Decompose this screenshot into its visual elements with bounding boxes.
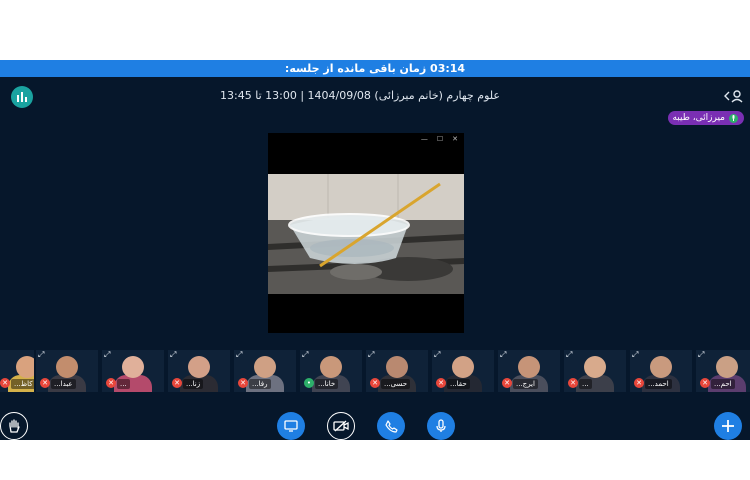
phone-button[interactable]: [377, 412, 405, 440]
presenter-badge: میرزائی، طیبه: [668, 111, 744, 125]
participant-name: حسی...: [381, 379, 411, 389]
more-actions-button[interactable]: [714, 412, 742, 440]
conference-window: زمان باقی مانده از جلسه: 03:14 علوم چهار…: [0, 60, 750, 440]
expand-icon[interactable]: ⤢: [170, 351, 176, 359]
participant-name: احم...: [711, 379, 735, 389]
expand-icon[interactable]: ⤢: [566, 351, 572, 359]
participant-face: [650, 356, 672, 378]
mic-muted-icon: ✕: [106, 378, 116, 388]
expand-icon[interactable]: ⤢: [632, 351, 638, 359]
plus-icon: [722, 420, 734, 432]
maximize-icon: ☐: [436, 135, 444, 143]
participant-name: کاظ...: [11, 379, 36, 389]
raise-hand-button[interactable]: [0, 412, 28, 440]
timer-label: زمان باقی مانده از جلسه:: [284, 62, 427, 75]
mic-muted-icon: ✕: [568, 378, 578, 388]
mic-muted-icon: ✕: [370, 378, 380, 388]
camera-off-icon: [333, 420, 349, 432]
participant-tile[interactable]: ⤢ ✕ ایرج...: [496, 350, 560, 392]
mic-muted-icon: ✕: [0, 378, 10, 388]
participant-name: خانا...: [315, 379, 339, 389]
participant-face: [254, 356, 276, 378]
expand-icon[interactable]: ⤢: [698, 351, 704, 359]
participant-face: [584, 356, 606, 378]
participant-face: [716, 356, 738, 378]
participant-face: [518, 356, 540, 378]
participant-tile[interactable]: ⤢ ✕ احمد...: [628, 350, 692, 392]
microphone-icon: [436, 419, 446, 432]
mic-active-icon: •: [304, 378, 314, 388]
participant-tile[interactable]: ⤢ ✕ ...: [562, 350, 626, 392]
timer-value: 03:14: [430, 62, 466, 75]
participant-face: [56, 356, 78, 378]
participant-tile[interactable]: ⤢ ✕ حقا...: [430, 350, 494, 392]
mic-muted-icon: ✕: [502, 378, 512, 388]
raise-hand-icon: [9, 419, 20, 433]
participant-name: رفا...: [249, 379, 271, 389]
participant-tile[interactable]: ⤢ ✕ ...: [100, 350, 164, 392]
expand-icon[interactable]: ⤢: [38, 351, 44, 359]
participant-tile[interactable]: ⤢ ✕ حسی...: [364, 350, 428, 392]
participant-tile[interactable]: ⤢ ✕ احم...: [694, 350, 750, 392]
mic-muted-icon: ✕: [634, 378, 644, 388]
camera-toggle-button[interactable]: [327, 412, 355, 440]
participant-tile[interactable]: ⤢ ✕ زنا...: [166, 350, 230, 392]
close-icon: ✕: [452, 135, 458, 143]
screen-share-view: — ☐ ✕: [268, 133, 464, 333]
minimize-icon: —: [420, 135, 428, 143]
participant-face: [320, 356, 342, 378]
session-timer-bar: زمان باقی مانده از جلسه: 03:14: [0, 60, 750, 77]
mic-muted-icon: ✕: [700, 378, 710, 388]
phone-icon: [384, 419, 398, 433]
participant-tile[interactable]: ⤢ ✕ رفا...: [232, 350, 296, 392]
mic-muted-icon: ✕: [238, 378, 248, 388]
participant-name: زنا...: [183, 379, 204, 389]
expand-icon[interactable]: ⤢: [368, 351, 374, 359]
screen-share-icon: [284, 420, 298, 432]
participant-tile[interactable]: ⤢ • خانا...: [298, 350, 362, 392]
participant-face: [188, 356, 210, 378]
expand-icon[interactable]: ⤢: [236, 351, 242, 359]
experiment-photo: [268, 174, 464, 294]
participant-face: [122, 356, 144, 378]
mic-muted-icon: ✕: [436, 378, 446, 388]
mic-muted-icon: ✕: [172, 378, 182, 388]
participant-face: [386, 356, 408, 378]
shared-window-controls: — ☐ ✕: [421, 135, 458, 143]
expand-icon[interactable]: ⤢: [302, 351, 308, 359]
participant-video-strip: ✕ کاظ... ⤢ ✕ عبدا... ⤢ ✕ ... ⤢ ✕ زنا... …: [0, 350, 750, 392]
participant-name: احمد...: [645, 379, 672, 389]
participant-name: ...: [579, 379, 592, 389]
presenter-name: میرزائی، طیبه: [672, 113, 725, 123]
session-title: علوم چهارم (خانم میرزائی) 1404/09/08 | 1…: [220, 89, 500, 102]
participant-face: [452, 356, 474, 378]
participant-name: حقا...: [447, 379, 470, 389]
mic-muted-icon: ✕: [40, 378, 50, 388]
participant-tile[interactable]: ⤢ ✕ عبدا...: [34, 350, 98, 392]
screen-share-button[interactable]: [277, 412, 305, 440]
expand-icon[interactable]: ⤢: [500, 351, 506, 359]
expand-icon[interactable]: ⤢: [104, 351, 110, 359]
participants-icon[interactable]: [724, 88, 744, 104]
expand-icon[interactable]: ⤢: [434, 351, 440, 359]
presenter-mic-icon: [729, 113, 738, 123]
microphone-button[interactable]: [427, 412, 455, 440]
bar-chart-icon[interactable]: [11, 86, 33, 108]
participant-name: ...: [117, 379, 130, 389]
participant-name: عبدا...: [51, 379, 76, 389]
participant-name: ایرج...: [513, 379, 538, 389]
